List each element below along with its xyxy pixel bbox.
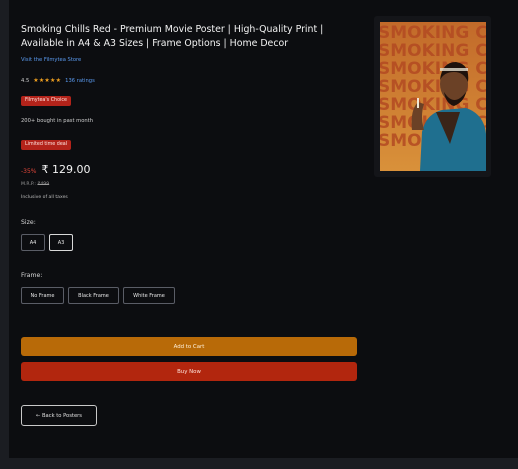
poster-word-row: SMOKING CHILLS [380, 77, 486, 97]
star-icons: ★★★★★ [33, 77, 62, 84]
mrp-value: ₹499 [37, 182, 50, 187]
frame-label: Frame: [21, 272, 43, 279]
discount-percent: -35% [21, 168, 37, 175]
frame-option-no-frame[interactable]: No Frame [21, 287, 64, 304]
frame-option-black-frame[interactable]: Black Frame [68, 287, 119, 304]
bought-count: 200+ bought in past month [21, 118, 93, 124]
size-option-a3[interactable]: A3 [49, 234, 73, 251]
poster-artwork: SMOKING CHILLS SMOKING CHILLS SMOKING CH… [380, 22, 486, 171]
poster-word-row: SMOKING CHILLS [380, 41, 486, 61]
poster-word-row: SMOKING CHILLS [380, 23, 486, 43]
poster-word-row: SMOKING CHILLS [380, 59, 486, 79]
price-row: -35% ₹ 129.00 [21, 163, 91, 176]
mrp-label: M.R.P.: [21, 182, 36, 187]
back-to-posters-button[interactable]: ← Back to Posters [21, 405, 97, 426]
size-label: Size: [21, 219, 36, 226]
choice-badge: Filmytea's Choice [21, 96, 71, 106]
buy-now-button[interactable]: Buy Now [21, 362, 357, 381]
price: ₹ 129.00 [41, 163, 91, 176]
store-link[interactable]: Visit the Filmytea Store [21, 57, 81, 63]
mrp: M.R.P.: ₹499 [21, 182, 49, 187]
frame-option-white-frame[interactable]: White Frame [123, 287, 175, 304]
size-option-a4[interactable]: A4 [21, 234, 45, 251]
add-to-cart-button[interactable]: Add to Cart [21, 337, 357, 356]
deal-badge: Limited time deal [21, 140, 72, 150]
product-title: Smoking Chills Red - Premium Movie Poste… [21, 24, 324, 49]
rating-row: 4.5 ★★★★★ 136 ratings [21, 77, 95, 84]
rating-value: 4.5 [21, 77, 30, 84]
ratings-count-link[interactable]: 136 ratings [65, 78, 95, 84]
poster-image[interactable]: SMOKING CHILLS SMOKING CHILLS SMOKING CH… [380, 22, 486, 171]
tax-note: Inclusive of all taxes [21, 195, 68, 200]
